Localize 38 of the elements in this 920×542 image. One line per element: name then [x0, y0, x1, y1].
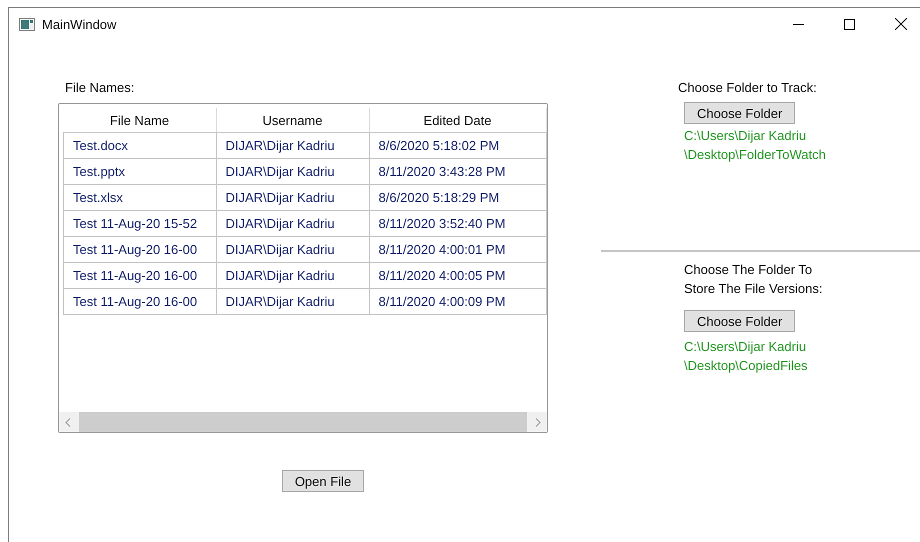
table-cell: 8/11/2020 4:00:09 PM [369, 288, 546, 314]
table-cell: Test.docx [64, 132, 216, 158]
choose-folder-button[interactable]: Choose Folder [684, 310, 796, 332]
folder-path: C:\Users\Dijar Kadriu \Desktop\FolderToWatch [684, 127, 827, 164]
table-cell: 8/6/2020 5:18:02 PM [369, 132, 546, 158]
table-cell: 8/11/2020 3:52:40 PM [369, 210, 546, 236]
table-cell: 8/11/2020 4:00:01 PM [369, 236, 546, 262]
table-cell: DIJAR\Dijar Kadriu [216, 236, 369, 262]
table-cell: 8/6/2020 5:18:29 PM [369, 184, 546, 210]
table-cell: Test.xlsx [64, 184, 216, 210]
table-cell: DIJAR\Dijar Kadriu [216, 262, 369, 288]
table-cell: Test 11-Aug-20 15-52 [64, 210, 216, 236]
choose-folder-button[interactable]: Choose Folder [684, 102, 796, 124]
maximize-icon[interactable] [844, 18, 855, 30]
column-header[interactable]: Username [216, 108, 369, 132]
folder-path: C:\Users\Dijar Kadriu \Desktop\CopiedFiles [684, 338, 809, 375]
column-header[interactable]: Edited Date [369, 108, 546, 132]
open-file-button[interactable]: Open File [282, 470, 364, 492]
app-icon [19, 18, 35, 30]
table-cell: 8/11/2020 3:43:28 PM [369, 158, 546, 184]
table-cell: Test 11-Aug-20 16-00 [64, 236, 216, 262]
table-cell: DIJAR\Dijar Kadriu [216, 132, 369, 158]
table-cell: DIJAR\Dijar Kadriu [216, 158, 369, 184]
table-cell: DIJAR\Dijar Kadriu [216, 210, 369, 236]
table-cell: Test 11-Aug-20 16-00 [64, 288, 216, 314]
folder-label: Choose The Folder To Store The File Versions: [684, 261, 824, 298]
close-icon[interactable] [895, 18, 907, 30]
window-title: MainWindow [42, 16, 116, 32]
scroll-right-icon[interactable] [535, 418, 541, 426]
table-cell: Test 11-Aug-20 16-00 [64, 262, 216, 288]
table-cell: DIJAR\Dijar Kadriu [216, 288, 369, 314]
table-cell: 8/11/2020 4:00:05 PM [369, 262, 546, 288]
file-names-label: File Names: [65, 80, 136, 96]
scroll-left-icon[interactable] [65, 418, 71, 426]
table-cell: Test.pptx [64, 158, 216, 184]
column-header[interactable]: File Name [64, 108, 216, 132]
table-cell: DIJAR\Dijar Kadriu [216, 184, 369, 210]
folder-label: Choose Folder to Track: [678, 79, 818, 97]
